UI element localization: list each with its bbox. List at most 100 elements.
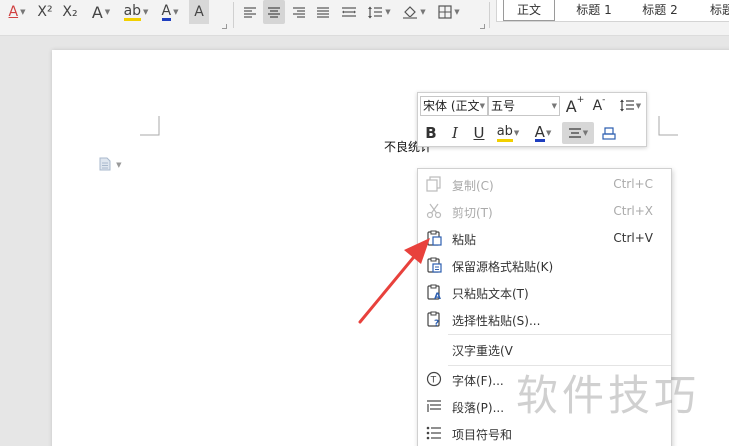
- menu-item-paste-keep-format[interactable]: 保留源格式粘贴(K): [418, 252, 671, 279]
- clear-format-button[interactable]: A ▼: [2, 0, 32, 24]
- chevron-down-icon: ▼: [545, 129, 552, 137]
- subscript-button[interactable]: X₂: [59, 0, 81, 24]
- borders-button[interactable]: ▼: [434, 0, 464, 24]
- chevron-down-icon: ▼: [173, 8, 179, 16]
- line-spacing-button[interactable]: ▼: [364, 0, 394, 24]
- superscript-icon: X²: [37, 4, 53, 20]
- font-size-value: 五号: [491, 99, 516, 113]
- underline-icon: U: [473, 124, 485, 142]
- style-item-normal[interactable]: 正文: [503, 0, 555, 21]
- font-size-select[interactable]: 五号 ▼: [488, 96, 560, 116]
- chevron-down-icon: ▼: [20, 8, 26, 16]
- format-painter-button[interactable]: [598, 122, 620, 144]
- paste-special-icon: ?: [427, 311, 440, 327]
- font-icon: T: [426, 371, 442, 387]
- chevron-down-icon: ▼: [582, 129, 589, 137]
- align-center-icon: [568, 128, 581, 138]
- paste-keep-format-icon: [427, 257, 442, 273]
- toolbar-divider: [489, 2, 490, 28]
- chevron-down-icon: ▼: [143, 8, 149, 16]
- shading-button[interactable]: ▼: [399, 0, 429, 24]
- menu-item-copy[interactable]: 复制(C) Ctrl+C: [418, 171, 671, 198]
- bullets-icon: [426, 426, 441, 440]
- align-right-button[interactable]: [289, 0, 309, 24]
- chevron-down-icon: ▼: [420, 8, 426, 16]
- menu-item-shortcut: Ctrl+C: [613, 177, 653, 191]
- mini-align-center-button[interactable]: ▼: [562, 122, 594, 144]
- font-name-select[interactable]: 宋体 (正文 ▼: [420, 96, 488, 116]
- ribbon-toolbar: A ▼ X² X₂ A ▼ ab ▼ A ▼ A ▼ ▼ ▼ 正文 标题 1 标…: [0, 0, 729, 36]
- font-color-icon: A: [161, 2, 172, 21]
- cut-icon: [426, 203, 442, 219]
- menu-item-paste-special[interactable]: ? 选择性粘贴(S)...: [418, 306, 671, 333]
- highlight-button[interactable]: ab ▼: [121, 0, 151, 24]
- svg-text:?: ?: [434, 319, 439, 327]
- char-shading-button[interactable]: A: [189, 0, 209, 24]
- menu-item-bullets[interactable]: 项目符号和: [418, 420, 671, 446]
- chevron-down-icon: ▼: [635, 102, 642, 110]
- paragraph-group-launcher[interactable]: [480, 24, 485, 29]
- align-left-icon: [244, 7, 256, 18]
- highlight-icon: ab: [123, 2, 142, 21]
- grow-font-icon: A: [565, 96, 577, 116]
- align-center-icon: [268, 7, 280, 18]
- floating-mini-toolbar: 宋体 (正文 ▼ 五号 ▼ A + A- ▼ B I U ab ▼ A ▼ ▼: [417, 92, 647, 147]
- menu-item-label: 保留源格式粘贴(K): [452, 260, 554, 274]
- align-right-icon: [293, 7, 305, 18]
- menu-item-label: 剪切(T): [452, 206, 493, 220]
- crop-mark-top-left: [140, 116, 160, 136]
- chevron-down-icon: ▼: [385, 8, 391, 16]
- chevron-down-icon: ▼: [104, 8, 111, 16]
- chevron-down-icon: ▼: [513, 129, 520, 137]
- chevron-down-icon: ▼: [454, 8, 460, 16]
- line-spacing-icon: [619, 99, 634, 112]
- font-name-value: 宋体 (正文: [423, 99, 480, 113]
- align-left-button[interactable]: [240, 0, 260, 24]
- paste-icon: [427, 230, 442, 246]
- grow-font-button[interactable]: A +: [564, 95, 586, 117]
- bold-button[interactable]: B: [420, 122, 442, 144]
- italic-button[interactable]: I: [444, 122, 466, 144]
- shrink-font-icon: A: [592, 98, 603, 114]
- menu-item-hanzi-reselect[interactable]: 汉字重选(V: [418, 336, 671, 363]
- watermark-text: 软件技巧: [516, 371, 701, 420]
- menu-item-label: 粘贴: [452, 233, 477, 247]
- style-item-heading-1[interactable]: 标题 1: [561, 0, 627, 21]
- align-center-button[interactable]: [263, 0, 285, 24]
- font-color-icon: A: [534, 122, 545, 142]
- menu-item-label: 只粘贴文本(T): [452, 287, 529, 301]
- italic-icon: I: [452, 124, 458, 142]
- paint-bucket-icon: [403, 6, 418, 19]
- mini-highlight-button[interactable]: ab ▼: [492, 122, 524, 144]
- distribute-button[interactable]: [338, 0, 360, 24]
- underline-button[interactable]: U: [468, 122, 490, 144]
- menu-item-label: 选择性粘贴(S)...: [452, 314, 541, 328]
- toolbar-divider: [233, 2, 234, 28]
- svg-text:A: A: [434, 292, 441, 300]
- borders-icon: [438, 5, 452, 19]
- menu-item-paste-text-only[interactable]: A 只粘贴文本(T): [418, 279, 671, 306]
- style-item-heading-3[interactable]: 标题: [697, 0, 729, 21]
- char-shading-icon: A: [194, 4, 204, 20]
- justify-icon: [317, 7, 329, 18]
- justify-button[interactable]: [313, 0, 333, 24]
- menu-item-paste[interactable]: 粘贴 Ctrl+V: [418, 225, 671, 252]
- shrink-font-button[interactable]: A-: [588, 95, 610, 117]
- mini-line-spacing-button[interactable]: ▼: [614, 95, 646, 117]
- text-effect-icon: A: [91, 2, 103, 22]
- font-group-launcher[interactable]: [222, 24, 227, 29]
- distribute-icon: [342, 7, 356, 17]
- line-spacing-icon: [368, 6, 383, 18]
- superscript-button[interactable]: X²: [34, 0, 56, 24]
- crop-mark-top-right: [658, 116, 678, 136]
- document-options-icon: [99, 157, 111, 171]
- style-item-heading-2[interactable]: 标题 2: [627, 0, 693, 21]
- text-effect-button[interactable]: A ▼: [86, 0, 116, 24]
- font-color-button[interactable]: A ▼: [156, 0, 184, 24]
- mini-font-color-button[interactable]: A ▼: [528, 122, 558, 144]
- chevron-down-icon: ▼: [116, 161, 122, 169]
- menu-item-shortcut: Ctrl+X: [613, 204, 653, 218]
- menu-item-label: 字体(F)...: [452, 374, 504, 388]
- menu-item-cut[interactable]: 剪切(T) Ctrl+X: [418, 198, 671, 225]
- document-options-button[interactable]: ▼: [98, 157, 124, 171]
